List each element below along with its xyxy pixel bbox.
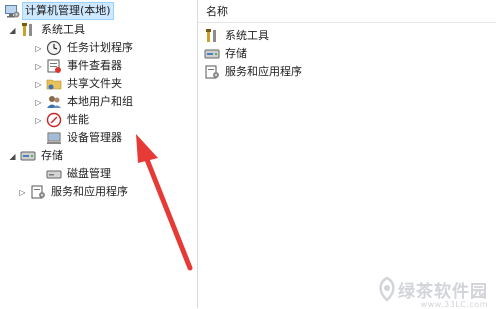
computer-management-icon <box>4 3 20 19</box>
tree-item-label: 服务和应用程序 <box>51 185 128 198</box>
expand-arrow-icon[interactable]: ▷ <box>18 188 27 197</box>
watermark-text: 绿茶软件园 <box>398 281 488 302</box>
leaf-logo-icon <box>379 276 395 302</box>
tree-item-label: 系统工具 <box>41 23 85 36</box>
expand-arrow-icon[interactable]: ▷ <box>34 98 43 107</box>
tree-item-label: 本地用户和组 <box>67 95 133 108</box>
tree-item-label: 共享文件夹 <box>67 77 122 90</box>
list-item-label: 服务和应用程序 <box>225 65 302 78</box>
tree-item-storage[interactable]: ◢ 存储 <box>8 147 65 165</box>
shared-folder-icon <box>46 76 62 92</box>
expand-arrow-icon[interactable]: ▷ <box>34 116 43 125</box>
list-item[interactable]: 系统工具 <box>204 27 271 45</box>
tree-item-shared-folders[interactable]: ▷ 共享文件夹 <box>34 75 124 93</box>
tree-item-label: 性能 <box>67 113 89 126</box>
storage-icon <box>204 46 220 62</box>
collapse-arrow-icon[interactable]: ◢ <box>8 26 17 35</box>
list-item-label: 存储 <box>225 47 247 60</box>
tree-item-computer-management[interactable]: 计算机管理(本地) <box>4 2 114 20</box>
list-item[interactable]: 服务和应用程序 <box>204 63 304 81</box>
list-item[interactable]: 存储 <box>204 45 249 63</box>
expand-arrow-icon[interactable]: ▷ <box>34 62 43 71</box>
users-icon <box>46 94 62 110</box>
tree-item-label: 磁盘管理 <box>67 167 111 180</box>
services-icon <box>204 64 220 80</box>
content-list-pane: 名称 系统工具 存储 服务和应用程序 绿茶软件园 www.33LC.com <box>198 0 496 309</box>
tree-item-label: 设备管理器 <box>67 131 122 144</box>
tree-item-label: 计算机管理(本地) <box>22 2 114 20</box>
tools-icon <box>20 22 36 38</box>
tree-item-local-users[interactable]: ▷ 本地用户和组 <box>34 93 135 111</box>
tree-item-services-apps[interactable]: ▷ 服务和应用程序 <box>18 183 130 201</box>
tree-item-system-tools[interactable]: ◢ 系统工具 <box>8 21 87 39</box>
event-viewer-icon <box>46 58 62 74</box>
tree-item-label: 存储 <box>41 149 63 162</box>
list-item-label: 系统工具 <box>225 29 269 42</box>
collapse-arrow-icon[interactable]: ◢ <box>8 152 17 161</box>
performance-icon <box>46 112 62 128</box>
device-manager-icon <box>46 130 62 146</box>
expand-arrow-icon[interactable]: ▷ <box>34 44 43 53</box>
clock-icon <box>46 40 62 56</box>
tree-item-disk-management[interactable]: 磁盘管理 <box>46 165 113 183</box>
expand-arrow-icon[interactable]: ▷ <box>34 80 43 89</box>
column-header-name[interactable]: 名称 <box>198 0 496 23</box>
navigation-tree: 计算机管理(本地) ◢ 系统工具 ▷ 任务计划程序 ▷ 事件查看器 ▷ 共享文件… <box>0 0 198 308</box>
tree-item-event-viewer[interactable]: ▷ 事件查看器 <box>34 57 124 75</box>
tree-item-performance[interactable]: ▷ 性能 <box>34 111 91 129</box>
column-header-label: 名称 <box>206 5 228 18</box>
services-icon <box>30 184 46 200</box>
tree-item-device-manager[interactable]: 设备管理器 <box>46 129 124 147</box>
tree-item-label: 任务计划程序 <box>67 41 133 54</box>
disk-icon <box>46 166 62 182</box>
tree-item-label: 事件查看器 <box>67 59 122 72</box>
tree-item-task-scheduler[interactable]: ▷ 任务计划程序 <box>34 39 135 57</box>
watermark: 绿茶软件园 www.33LC.com <box>376 276 488 309</box>
tools-icon <box>204 28 220 44</box>
storage-icon <box>20 148 36 164</box>
